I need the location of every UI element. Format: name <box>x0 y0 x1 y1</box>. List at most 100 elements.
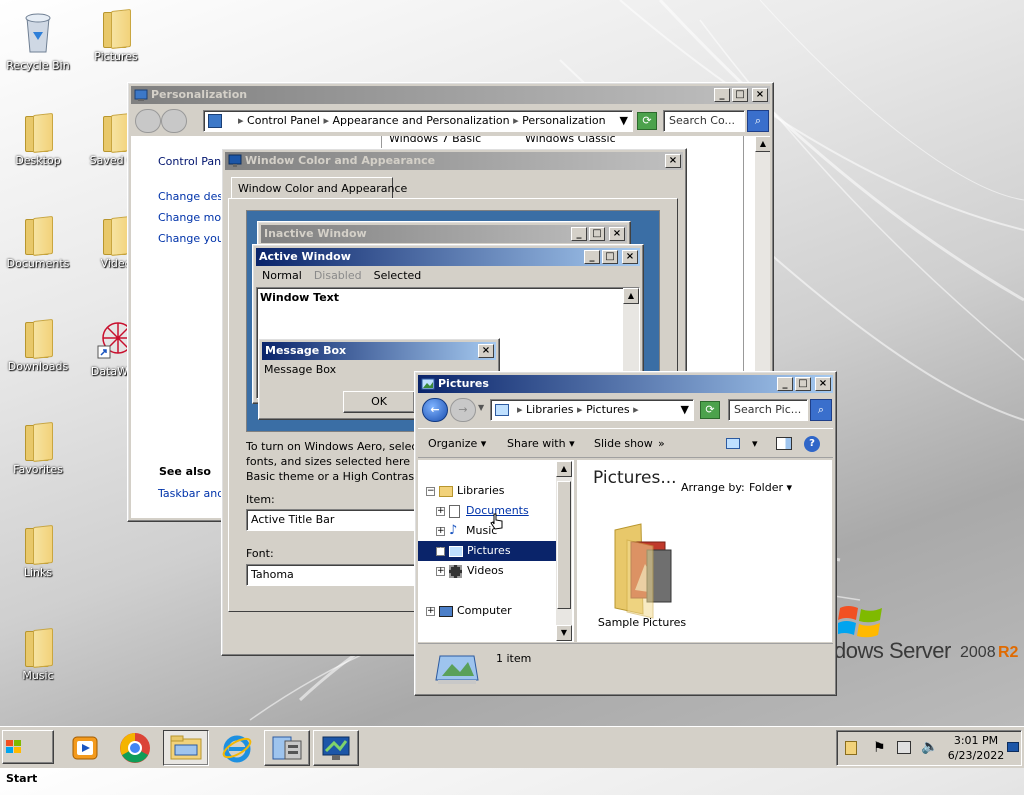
back-button[interactable] <box>135 109 161 133</box>
history-dropdown[interactable]: ▼ <box>478 403 484 412</box>
desktop-icon-pictures[interactable]: Pictures <box>80 8 152 63</box>
tree-item-libraries[interactable]: − Libraries <box>426 481 505 501</box>
menu-normal[interactable]: Normal <box>256 267 308 285</box>
desktop-icon-recycle-bin[interactable]: Recycle Bin <box>2 8 74 72</box>
views-dropdown-icon[interactable]: ▾ <box>752 429 758 459</box>
address-dropdown-icon[interactable]: ▼ <box>620 111 628 131</box>
pictures-icon <box>449 545 463 557</box>
branding-text: dows Server <box>834 638 951 663</box>
views-icon[interactable] <box>726 438 740 449</box>
taskbar-internet-explorer[interactable] <box>214 730 260 766</box>
collapse-icon[interactable]: − <box>426 486 435 496</box>
expand-icon[interactable]: + <box>436 546 445 556</box>
show-desktop-icon[interactable] <box>1007 742 1019 752</box>
menu-selected[interactable]: Selected <box>368 267 428 285</box>
close-button[interactable]: × <box>665 154 681 168</box>
close-button[interactable]: × <box>752 88 768 102</box>
minimize-button[interactable]: _ <box>777 377 793 391</box>
volume-icon[interactable]: 🔈 <box>921 739 938 755</box>
taskbar-link[interactable]: Taskbar and <box>158 487 224 500</box>
dialog-tab[interactable]: Window Color and Appearance <box>231 177 407 199</box>
taskbar-chrome[interactable] <box>112 730 158 766</box>
sample-pictures-item[interactable]: Sample Pictures <box>598 520 686 632</box>
slide-show-button[interactable]: Slide show <box>594 429 653 459</box>
expand-icon[interactable]: + <box>436 506 445 516</box>
search-input[interactable]: Search Pic... <box>728 399 808 421</box>
theme-label[interactable]: Windows Classic <box>525 136 616 145</box>
close-button[interactable]: × <box>815 377 831 391</box>
desktop-icon-label: Pictures <box>94 50 138 63</box>
nav-pane-scrollbar[interactable]: ▲ ▼ <box>556 461 572 641</box>
organize-menu[interactable]: Organize ▾ <box>428 429 486 459</box>
action-center-flag-icon[interactable]: ⚑ <box>873 740 886 756</box>
start-button[interactable]: Start <box>2 730 54 785</box>
left-link-desktop-icons[interactable]: Change desk <box>158 190 229 203</box>
tree-label: Pictures <box>467 544 511 557</box>
scroll-thumb[interactable] <box>557 481 571 609</box>
dialog-title-bar[interactable]: Window Color and Appearance × <box>225 152 683 170</box>
breadcrumb-item[interactable]: Personalization <box>522 114 605 127</box>
address-dropdown-icon[interactable]: ▼ <box>681 400 689 420</box>
address-bar[interactable]: ▸ Control Panel ▸ Appearance and Persona… <box>203 110 633 132</box>
pictures-window[interactable]: Pictures _ □ × ← → ▼ ▸ Libraries ▸ Picture… <box>414 371 837 696</box>
scroll-down-arrow[interactable]: ▼ <box>556 625 572 641</box>
desktop-icon-links[interactable]: Links <box>2 524 74 579</box>
forward-button[interactable] <box>161 109 187 133</box>
refresh-button[interactable]: ⟳ <box>700 401 720 419</box>
share-with-menu[interactable]: Share with ▾ <box>507 429 575 459</box>
scroll-up-arrow[interactable]: ▲ <box>755 136 770 152</box>
breadcrumb-item[interactable]: Pictures <box>586 403 630 416</box>
security-icon[interactable] <box>845 741 857 755</box>
clock-time[interactable]: 3:01 PM <box>953 734 999 747</box>
breadcrumb-item[interactable]: Control Panel <box>247 114 320 127</box>
maximize-button[interactable]: □ <box>732 88 748 102</box>
desktop-icon-desktop[interactable]: Desktop <box>2 112 74 167</box>
tree-item-computer[interactable]: + Computer <box>426 601 512 621</box>
theme-label[interactable]: Windows 7 Basic <box>389 136 481 145</box>
breadcrumb-item[interactable]: Libraries <box>526 403 574 416</box>
address-bar[interactable]: ▸ Libraries ▸ Pictures ▸ ▼ <box>490 399 694 421</box>
left-link-control-panel-home[interactable]: Control Pane <box>158 155 228 168</box>
tree-item-pictures[interactable]: + Pictures <box>418 541 558 561</box>
help-icon[interactable]: ? <box>804 436 820 452</box>
arrange-by-dropdown[interactable]: Folder ▾ <box>749 481 792 494</box>
preview-pane-icon[interactable] <box>776 437 792 450</box>
branding-version: 2008 <box>960 644 996 661</box>
clock-date[interactable]: 6/23/2022 <box>945 749 1007 762</box>
desktop-icon-music[interactable]: Music <box>2 627 74 682</box>
left-link-account-picture[interactable]: Change your <box>158 232 228 245</box>
desktop-icon-downloads[interactable]: Downloads <box>2 318 74 373</box>
back-button[interactable]: ← <box>422 398 448 422</box>
forward-button[interactable]: → <box>450 398 476 422</box>
tree-item-documents[interactable]: + Documents <box>436 501 529 521</box>
desktop-icon-label: Documents <box>6 257 70 270</box>
network-icon[interactable] <box>897 741 911 754</box>
personalization-title-bar[interactable]: Personalization _ □ × <box>131 86 770 104</box>
font-select[interactable]: Tahoma <box>246 564 416 586</box>
maximize-button: □ <box>589 227 605 241</box>
scroll-up-arrow[interactable]: ▲ <box>556 461 572 477</box>
expand-icon[interactable]: + <box>436 526 445 536</box>
tree-item-music[interactable]: + ♪ Music <box>436 521 497 541</box>
expand-icon[interactable]: + <box>426 606 435 616</box>
breadcrumb-item[interactable]: Appearance and Personalization <box>333 114 510 127</box>
desktop-icon-documents[interactable]: Documents <box>2 215 74 270</box>
item-select[interactable]: Active Title Bar <box>246 509 416 531</box>
minimize-button[interactable]: _ <box>714 88 730 102</box>
taskbar-media-player[interactable] <box>62 730 108 766</box>
taskbar-personalization[interactable] <box>313 730 359 766</box>
search-input[interactable]: Search Co... <box>663 110 745 132</box>
maximize-button[interactable]: □ <box>795 377 811 391</box>
expand-icon[interactable]: + <box>436 566 445 576</box>
notification-area: ⚑ 🔈 3:01 PM 6/23/2022 <box>836 730 1022 766</box>
desktop-icon-favorites[interactable]: Favorites <box>2 421 74 476</box>
ok-button[interactable]: OK <box>343 391 415 413</box>
more-commands-button[interactable]: » <box>658 429 665 459</box>
search-icon[interactable]: ⌕ <box>747 110 769 132</box>
taskbar-server-manager[interactable] <box>264 730 310 766</box>
pictures-title-bar[interactable]: Pictures _ □ × <box>418 375 833 393</box>
refresh-button[interactable]: ⟳ <box>637 112 657 130</box>
search-icon[interactable]: ⌕ <box>810 399 832 421</box>
taskbar-explorer[interactable] <box>163 730 209 766</box>
tree-item-videos[interactable]: + Videos <box>436 561 504 581</box>
